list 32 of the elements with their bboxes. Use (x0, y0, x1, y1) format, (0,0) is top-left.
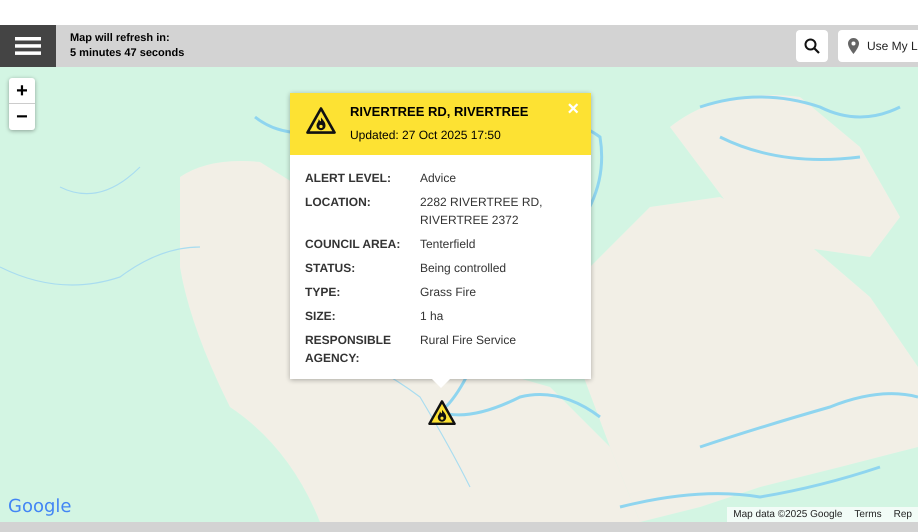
field-value: Being controlled (420, 260, 508, 277)
report-link[interactable]: Rep (894, 507, 912, 522)
updated-time: Updated: 27 Oct 2025 17:50 (350, 127, 502, 144)
zoom-in-button[interactable]: + (9, 78, 35, 104)
fire-warning-marker-icon (428, 400, 456, 426)
field-value: Tenterfield (420, 236, 476, 253)
terms-link[interactable]: Terms (854, 507, 882, 522)
field-value: 2282 RIVERTREE RD, RIVERTREE 2372 (420, 194, 544, 229)
field-label: ALERT LEVEL: (305, 170, 392, 187)
field-label: COUNCIL AREA: (305, 236, 402, 253)
fire-warning-icon (306, 107, 336, 134)
search-icon (804, 38, 820, 54)
field-label: TYPE: (305, 284, 342, 301)
popup-title: RIVERTREE RD, RIVERTREE (350, 104, 528, 120)
field-label: STATUS: (305, 260, 356, 277)
field-label: SIZE: (305, 308, 337, 325)
map-pin-icon (848, 38, 859, 54)
field-value: 1 ha (420, 308, 444, 325)
field-value: Rural Fire Service (420, 332, 518, 349)
menu-icon (15, 36, 41, 56)
refresh-countdown: 5 minutes 47 seconds (70, 46, 184, 61)
field-value: Grass Fire (420, 284, 478, 301)
field-value: Advice (420, 170, 458, 187)
map-attribution: Map data ©2025 Google (733, 508, 842, 522)
map-logo: Google (8, 495, 72, 519)
use-my-location-button[interactable]: Use My L (838, 30, 918, 62)
search-button[interactable] (796, 30, 828, 62)
refresh-label: Map will refresh in: (70, 31, 171, 46)
field-label: RESPONSIBLE AGENCY: (305, 332, 392, 367)
field-label: LOCATION: (305, 194, 372, 211)
zoom-out-button[interactable]: − (9, 104, 35, 130)
menu-button[interactable] (0, 25, 56, 67)
